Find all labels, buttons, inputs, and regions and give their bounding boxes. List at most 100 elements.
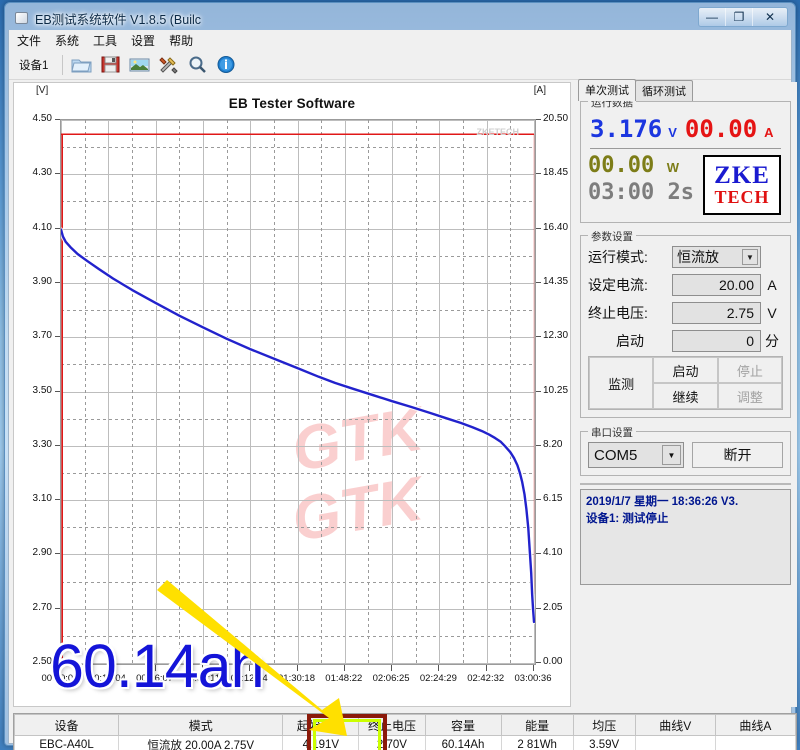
x-tick-mark bbox=[296, 665, 298, 671]
set-current-input[interactable]: 20.00 bbox=[672, 274, 761, 296]
x-tick-mark bbox=[485, 665, 487, 671]
close-button[interactable]: ✕ bbox=[753, 8, 787, 26]
menu-item-tools[interactable]: 工具 bbox=[93, 32, 117, 49]
table-row[interactable]: EBC-A40L 恒流放 20.00A 2.75V 4.191V 2.70V 6… bbox=[13, 735, 797, 750]
header-end-voltage[interactable]: 终止电压 bbox=[358, 714, 426, 736]
y-tick-label: 3.90 bbox=[32, 275, 52, 287]
header-energy[interactable]: 能量 bbox=[500, 714, 574, 736]
run-mode-select[interactable]: 恒流放 ▼ bbox=[672, 246, 761, 268]
device-tab-label[interactable]: 设备1 bbox=[17, 55, 56, 75]
menu-item-help[interactable]: 帮助 bbox=[169, 32, 193, 49]
chevron-down-icon[interactable]: ▼ bbox=[742, 249, 758, 265]
chevron-down-icon[interactable]: ▼ bbox=[662, 445, 681, 465]
y-tick-label: 3.30 bbox=[32, 438, 52, 450]
cell-start-voltage: 4.191V bbox=[282, 735, 360, 750]
cell-capacity: 60.14Ah bbox=[424, 735, 502, 750]
stop-button: 停止 bbox=[717, 357, 782, 383]
cell-end-voltage: 2.70V bbox=[358, 735, 426, 750]
delay-input[interactable]: 0 bbox=[672, 330, 761, 352]
cell-mode: 恒流放 20.00A 2.75V bbox=[118, 735, 284, 750]
desktop-background: EB测试系统软件 V1.8.5 (Builc — ❐ ✕ 文件 系统 工具 设置… bbox=[0, 0, 800, 750]
tab-cycle-test[interactable]: 循环测试 bbox=[635, 80, 693, 101]
header-curve-v[interactable]: 曲线V bbox=[634, 714, 716, 736]
y2-tick-mark bbox=[536, 444, 541, 446]
start-button[interactable]: 启动 bbox=[653, 357, 718, 383]
action-button-grid: 启动 停止 监测 继续 调整 bbox=[588, 356, 783, 410]
info-icon[interactable] bbox=[216, 55, 237, 74]
maximize-button[interactable]: ❐ bbox=[726, 8, 753, 26]
svg-text:ZKETECH: ZKETECH bbox=[477, 127, 520, 137]
cell-curve-a-color[interactable] bbox=[714, 735, 797, 750]
menu-item-settings[interactable]: 设置 bbox=[131, 32, 155, 49]
cutoff-voltage-input[interactable]: 2.75 bbox=[672, 302, 761, 324]
y2-tick-label: 8.20 bbox=[543, 438, 563, 450]
voltage-unit: V bbox=[668, 125, 677, 140]
y-tick-label: 2.70 bbox=[32, 601, 52, 613]
tools-icon[interactable] bbox=[158, 55, 179, 74]
tab-single-test[interactable]: 单次测试 bbox=[578, 79, 636, 101]
power-unit: W bbox=[666, 160, 679, 175]
power-time-column: 00.00 W 03:00 2s bbox=[588, 153, 703, 205]
cell-device: EBC-A40L bbox=[13, 735, 120, 750]
y2-tick-label: 10.25 bbox=[543, 384, 569, 396]
cutoff-voltage-label: 终止电压: bbox=[588, 305, 648, 321]
x-tick-mark bbox=[391, 665, 393, 671]
minimize-button[interactable]: — bbox=[699, 8, 726, 26]
y2-tick-mark bbox=[536, 553, 541, 555]
header-curve-a[interactable]: 曲线A bbox=[714, 714, 797, 736]
window-controls: — ❐ ✕ bbox=[698, 7, 788, 27]
cell-curve-v-color[interactable] bbox=[634, 735, 716, 750]
run-data-group: 运行数据 3.176 V 00.00 A 00.00 W 03:00 2s ZK… bbox=[580, 95, 791, 223]
y2-tick-label: 20.50 bbox=[543, 113, 569, 124]
menu-item-file[interactable]: 文件 bbox=[17, 32, 41, 49]
window-client-area: 文件 系统 工具 设置 帮助 设备1 [V] [A] EB Tester Sof… bbox=[8, 30, 797, 750]
y2-tick-label: 6.15 bbox=[543, 493, 563, 505]
open-folder-icon[interactable] bbox=[71, 55, 92, 74]
y2-tick-mark bbox=[536, 119, 541, 120]
header-capacity[interactable]: 容量 bbox=[424, 714, 502, 736]
search-icon[interactable] bbox=[187, 55, 208, 74]
disconnect-button[interactable]: 断开 bbox=[692, 442, 783, 468]
chart-panel: [V] [A] EB Tester Software 4.50 4.30 4.10 3… bbox=[13, 82, 571, 707]
continue-button[interactable]: 继续 bbox=[653, 383, 718, 409]
y-axis-unit-left: [V] bbox=[36, 85, 49, 96]
save-disk-icon[interactable] bbox=[100, 55, 121, 74]
status-log[interactable]: 2019/1/7 星期一 18:36:26 V3. 设备1: 测试停止 bbox=[580, 489, 791, 585]
parameter-settings-group: 参数设置 运行模式: 恒流放 ▼ 设定电流: 20.00 A 终止电压: 2.7… bbox=[580, 229, 791, 418]
power-row: 00.00 W bbox=[588, 153, 703, 178]
set-current-row: 设定电流: 20.00 A bbox=[588, 274, 783, 296]
serial-port-select[interactable]: COM5 ▼ bbox=[588, 442, 684, 468]
x-tick-label: 01:30:18 bbox=[278, 673, 315, 684]
run-mode-row: 运行模式: 恒流放 ▼ bbox=[588, 246, 783, 268]
header-device[interactable]: 设备 bbox=[13, 714, 120, 736]
y2-tick-label: 0.00 bbox=[543, 656, 563, 667]
current-unit: A bbox=[764, 125, 774, 140]
monitor-button[interactable]: 监测 bbox=[589, 357, 654, 409]
header-avg-voltage[interactable]: 均压 bbox=[572, 714, 636, 736]
menu-item-system[interactable]: 系统 bbox=[55, 32, 79, 49]
picture-icon[interactable] bbox=[129, 55, 150, 74]
header-start-voltage[interactable]: 起始电压 bbox=[282, 714, 360, 736]
tool-bar: 设备1 bbox=[9, 50, 791, 80]
y-axis-unit-right: [A] bbox=[533, 85, 546, 96]
window-title: EB测试系统软件 V1.8.5 (Builc bbox=[35, 12, 202, 27]
voltage-current-row: 3.176 V 00.00 A bbox=[590, 115, 783, 143]
y2-tick-mark bbox=[536, 662, 541, 663]
test-mode-tabs: 单次测试 循环测试 bbox=[575, 79, 797, 101]
run-data-divider bbox=[590, 148, 781, 149]
cell-energy: 2 81Wh bbox=[500, 735, 574, 750]
header-mode[interactable]: 模式 bbox=[118, 714, 284, 736]
capacity-annotation: 60.14ah bbox=[50, 632, 264, 700]
start-label: 启动 bbox=[616, 333, 644, 349]
toolbar-icon-group bbox=[71, 55, 237, 74]
y-tick-label: 4.30 bbox=[32, 167, 52, 179]
table-header-row: 设备 模式 起始电压 终止电压 容量 能量 均压 曲线V 曲线A bbox=[13, 714, 797, 736]
application-window: EB测试系统软件 V1.8.5 (Builc — ❐ ✕ 文件 系统 工具 设置… bbox=[4, 2, 797, 750]
results-table: 设备 模式 起始电压 终止电压 容量 能量 均压 曲线V 曲线A EBC-A40… bbox=[13, 714, 797, 750]
serial-settings-group: 串口设置 COM5 ▼ 断开 bbox=[580, 425, 791, 476]
y-tick-label: 3.70 bbox=[32, 330, 52, 342]
y2-tick-mark bbox=[536, 336, 541, 338]
cell-avg-voltage: 3.59V bbox=[572, 735, 636, 750]
plot-area: GTK GTK ZKETECH bbox=[60, 119, 536, 665]
x-tick-mark bbox=[533, 665, 534, 671]
